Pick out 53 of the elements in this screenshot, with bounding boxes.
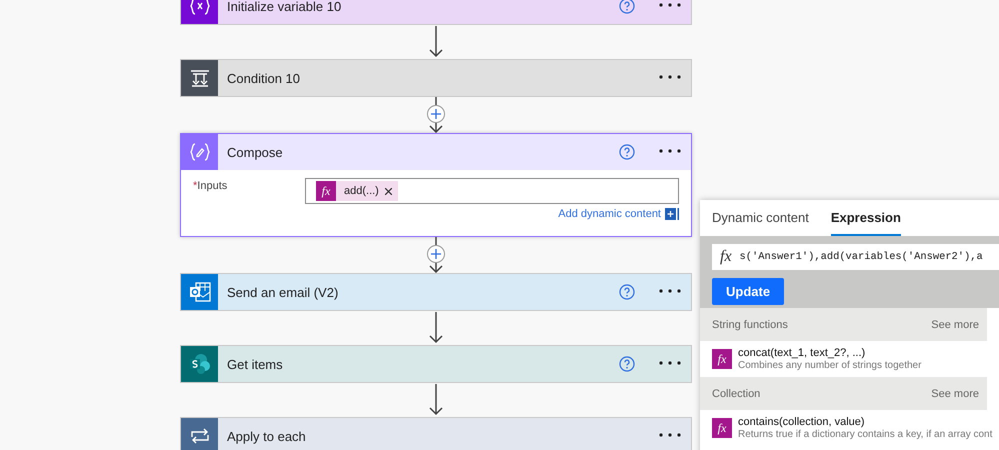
insert-step-button[interactable]	[427, 245, 445, 263]
help-icon[interactable]	[619, 284, 635, 300]
action-card[interactable]: Initialize variable 10	[180, 0, 692, 25]
circles-s-icon	[188, 353, 210, 375]
insert-step-button[interactable]	[427, 105, 445, 123]
function-icon: fx	[712, 418, 732, 438]
field-label: *Inputs	[193, 179, 228, 194]
add-dynamic-content-link[interactable]: Add dynamic content	[558, 208, 661, 220]
see-more-link[interactable]: See more	[931, 388, 979, 400]
curly-braces-icon	[190, 0, 210, 15]
ellipsis-icon	[659, 75, 681, 79]
action-title: Send an email (V2)	[227, 284, 340, 300]
action-card[interactable]: Send an email (V2)	[180, 273, 692, 311]
help-icon[interactable]	[619, 0, 635, 14]
plus-icon	[431, 249, 441, 259]
action-title: Apply to each	[227, 428, 307, 444]
action-card[interactable]: Compose *Inputs fx add(...) Add dynamic content	[180, 133, 692, 237]
ellipsis-icon	[659, 3, 681, 7]
help-icon[interactable]	[619, 144, 635, 160]
loop-arrows-icon	[190, 428, 210, 444]
add-content-icon[interactable]	[665, 208, 679, 220]
function-icon: fx	[712, 248, 740, 266]
see-more-link[interactable]: See more	[931, 318, 979, 330]
ellipsis-icon	[659, 433, 681, 437]
ellipsis-icon	[659, 289, 681, 293]
connector-line	[435, 237, 437, 245]
branch-icon	[190, 69, 210, 87]
function-icon: fx	[316, 181, 336, 201]
action-title: Get items	[227, 356, 284, 372]
function-item[interactable]: fx contains(collection, value) Returns true if a dictionary contains a key, if an array cont	[700, 410, 999, 446]
curly-braces-pencil-icon	[190, 143, 210, 161]
update-button[interactable]: Update	[712, 278, 784, 305]
close-icon	[384, 188, 392, 195]
expression-input[interactable]: fx s('Answer1'),add(variables('Answer2'),a	[712, 244, 999, 270]
input-field[interactable]: fx add(...)	[305, 178, 679, 204]
ellipsis-icon	[659, 149, 681, 153]
panel-tab[interactable]: Dynamic content	[712, 200, 809, 236]
section-title: String functions	[712, 318, 788, 330]
plus-icon	[431, 109, 441, 119]
expression-token[interactable]: fx add(...)	[316, 181, 398, 201]
action-card[interactable]: Condition 10	[180, 59, 692, 97]
action-title: Condition 10	[227, 70, 301, 86]
function-icon: fx	[712, 349, 732, 369]
action-card[interactable]: Apply to each	[180, 417, 692, 450]
section-title: Collection	[712, 388, 760, 400]
ellipsis-icon	[659, 361, 681, 365]
action-card[interactable]: Get items	[180, 345, 692, 383]
action-title: Compose	[227, 144, 284, 160]
help-icon[interactable]	[619, 356, 635, 372]
connector-line	[435, 97, 437, 105]
mail-app-icon	[188, 282, 210, 302]
function-item[interactable]: fx concat(text_1, text_2?, ...) Combines any number of strings together	[700, 341, 999, 377]
action-title: Initialize variable 10	[227, 0, 342, 14]
